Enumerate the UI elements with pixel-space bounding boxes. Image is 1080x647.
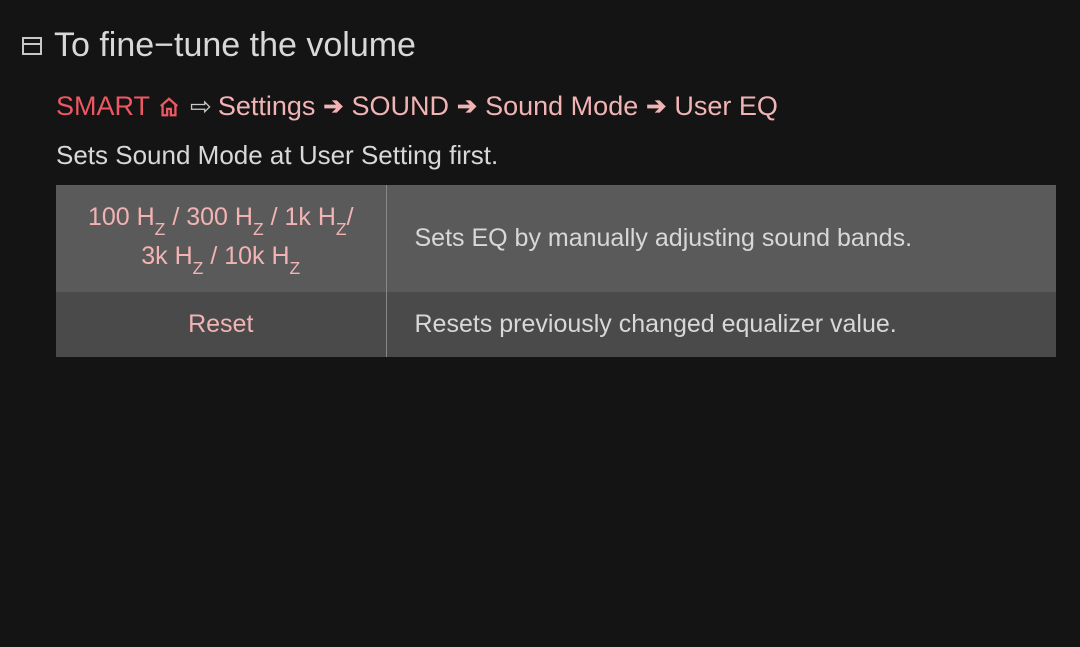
reset-label-cell: Reset	[56, 292, 386, 358]
breadcrumb-item: Settings	[218, 91, 316, 122]
hz-sub: Z	[336, 219, 347, 239]
band-1k: 1k H	[284, 203, 335, 231]
band-300: 300 H	[186, 203, 253, 231]
sep: /	[165, 203, 186, 231]
arrow-icon: ➔	[457, 92, 477, 121]
reset-desc: Resets previously changed equalizer valu…	[386, 292, 1056, 358]
intro-text: Sets Sound Mode at User Setting first.	[56, 140, 1058, 171]
eq-bands-desc: Sets EQ by manually adjusting sound band…	[386, 185, 1056, 292]
band-3k: 3k H	[141, 242, 192, 270]
table-row: Reset Resets previously changed equalize…	[56, 292, 1056, 358]
breadcrumb-item: User EQ	[674, 91, 778, 122]
manual-section-icon	[22, 37, 42, 55]
band-10k: 10k H	[224, 242, 289, 270]
home-icon	[158, 96, 180, 118]
arrow-icon: ➔	[323, 92, 343, 121]
sep: /	[203, 242, 224, 270]
hz-sub: Z	[290, 258, 301, 278]
page-title: To fine−tune the volume	[54, 26, 416, 65]
hz-sub: Z	[155, 219, 166, 239]
breadcrumb-item: Sound Mode	[485, 91, 638, 122]
band-100: 100 H	[88, 203, 155, 231]
sep: /	[347, 203, 354, 231]
table-row: 100 HZ / 300 HZ / 1k HZ/ 3k HZ / 10k HZ …	[56, 185, 1056, 292]
breadcrumb-smart: SMART	[56, 91, 150, 122]
eq-settings-table: 100 HZ / 300 HZ / 1k HZ/ 3k HZ / 10k HZ …	[56, 185, 1056, 357]
sep: /	[264, 203, 285, 231]
hz-sub: Z	[193, 258, 204, 278]
hz-sub: Z	[253, 219, 264, 239]
breadcrumb: SMART ⇨ Settings ➔ SOUND ➔ Sound Mode ➔ …	[56, 91, 1058, 122]
page-title-row: To fine−tune the volume	[22, 26, 1058, 65]
arrow-icon: ➔	[646, 92, 666, 121]
eq-bands-cell: 100 HZ / 300 HZ / 1k HZ/ 3k HZ / 10k HZ	[56, 185, 386, 292]
arrow-icon: ⇨	[190, 91, 212, 122]
breadcrumb-item: SOUND	[351, 91, 449, 122]
